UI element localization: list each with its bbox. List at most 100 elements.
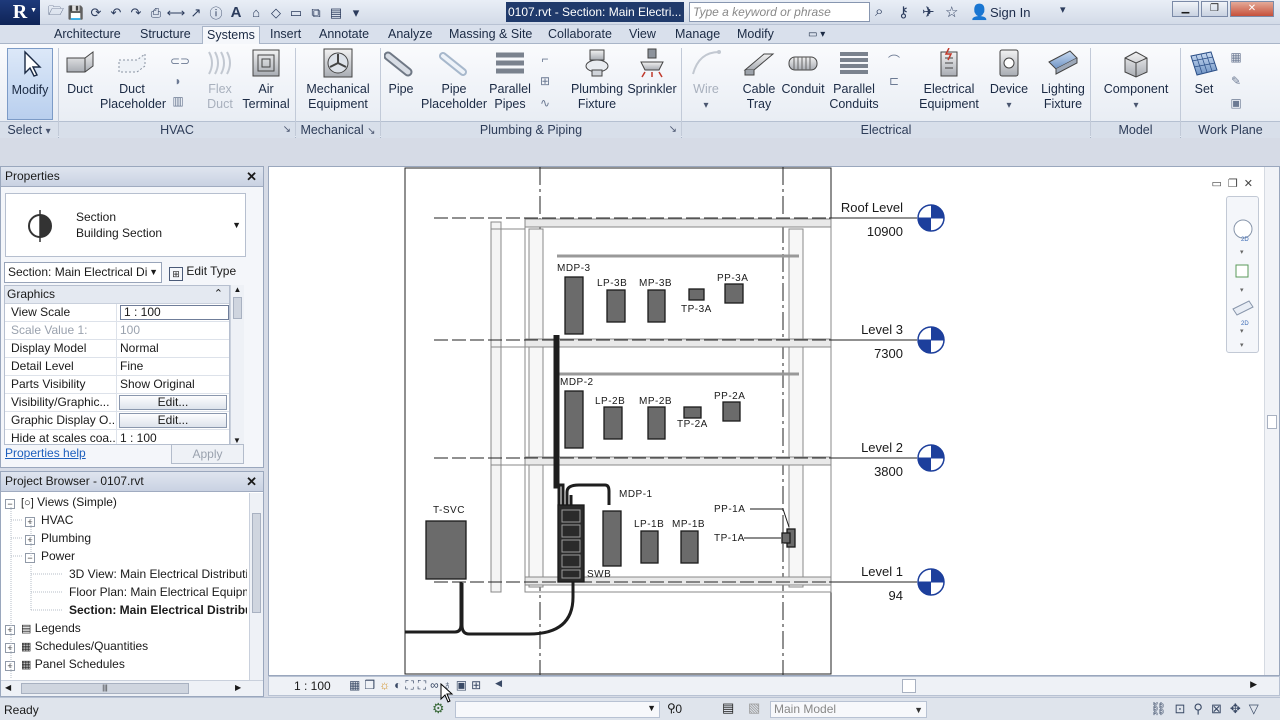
tab-architecture[interactable]: Architecture: [50, 26, 125, 44]
visual-style-icon[interactable]: ❒: [364, 678, 375, 693]
temporary-view-properties-icon[interactable]: ▣: [456, 678, 467, 693]
application-menu-button[interactable]: R ▼: [0, 0, 40, 25]
select-by-face-icon[interactable]: ⊠: [1211, 701, 1222, 717]
tag-mp2b[interactable]: MP-2B: [639, 396, 672, 407]
tab-insert[interactable]: Insert: [266, 26, 305, 44]
scroll-thumb[interactable]: [252, 513, 261, 613]
pipe-button[interactable]: Pipe: [384, 48, 418, 97]
flex-duct-button[interactable]: Flex Duct: [197, 48, 243, 112]
tag-lp2b[interactable]: LP-2B: [595, 396, 625, 407]
parallel-pipes-button[interactable]: Parallel Pipes: [489, 48, 531, 112]
steering-wheel-icon[interactable]: [1233, 219, 1253, 239]
wire-button[interactable]: Wire ▾: [688, 48, 724, 113]
minimize-view-icon[interactable]: ▭: [1212, 177, 1222, 190]
lighting-fixture-button[interactable]: Lighting Fixture: [1036, 48, 1090, 112]
tab-manage[interactable]: Manage: [671, 26, 724, 44]
design-option-dropdown[interactable]: Main Model ▼: [770, 701, 927, 718]
chevron-down-icon[interactable]: ▾: [1240, 287, 1244, 294]
close-view-icon[interactable]: ✕: [1244, 177, 1253, 190]
detail-level-icon[interactable]: ▦: [349, 678, 360, 693]
pipe-placeholder-button[interactable]: Pipe Placeholder: [421, 48, 487, 112]
pipe-fitting-icon[interactable]: ⌐: [537, 52, 553, 66]
tab-systems[interactable]: Systems: [202, 26, 260, 45]
level-elevation[interactable]: 7300: [874, 346, 903, 361]
design-options-icon[interactable]: ▧: [748, 700, 760, 716]
favorites-icon[interactable]: ☆: [945, 3, 958, 21]
tag-lp3b[interactable]: LP-3B: [597, 278, 627, 289]
plumbing-fixture-button[interactable]: Plumbing Fixture: [568, 48, 626, 112]
panel-tp1a[interactable]: [781, 532, 791, 544]
scroll-right-icon[interactable]: ▶: [1250, 679, 1257, 690]
subscription-icon[interactable]: ⚷: [898, 3, 909, 21]
undo-icon[interactable]: ↶: [106, 3, 126, 22]
duct-placeholder-button[interactable]: Duct Placeholder: [100, 48, 166, 112]
text-icon[interactable]: A: [226, 3, 246, 22]
tag-pp1a[interactable]: PP-1A: [714, 504, 745, 515]
device-button[interactable]: Device ▾: [988, 48, 1030, 113]
sync-icon[interactable]: ⟳: [86, 3, 106, 22]
drawing-vertical-scrollbar[interactable]: [1264, 167, 1279, 675]
tag-mp1b[interactable]: MP-1B: [672, 519, 705, 530]
modify-button[interactable]: Modify: [7, 48, 53, 120]
user-icon[interactable]: 👤: [970, 3, 989, 21]
communication-center-icon[interactable]: ✈: [922, 3, 935, 21]
filter-count-icon[interactable]: ▽: [1249, 701, 1259, 717]
panel-pp3a[interactable]: [724, 283, 744, 304]
panel-tp3a[interactable]: [688, 288, 705, 301]
duct-accessory-icon[interactable]: ▥: [170, 94, 186, 108]
scroll-left-icon[interactable]: ◀: [495, 678, 502, 693]
select-underlay-icon[interactable]: ⊡: [1175, 701, 1186, 717]
restore-button[interactable]: ❐: [1201, 1, 1228, 17]
parallel-conduits-button[interactable]: Parallel Conduits: [828, 48, 880, 112]
panel-mp3b[interactable]: [647, 289, 666, 323]
binoculars-icon[interactable]: ⌕: [875, 3, 883, 20]
scroll-thumb[interactable]: |||: [21, 683, 189, 694]
tag-tp2a[interactable]: TP-2A: [677, 419, 708, 430]
panel-mdp2[interactable]: [564, 390, 584, 449]
tag-tp3a[interactable]: TP-3A: [681, 304, 712, 315]
browser-horizontal-scrollbar[interactable]: ◀ ||| ▶: [1, 680, 263, 696]
level-name[interactable]: Roof Level: [841, 200, 903, 215]
set-work-plane-button[interactable]: Set: [1186, 48, 1222, 97]
scroll-thumb[interactable]: [233, 297, 242, 319]
tab-modify[interactable]: Modify: [733, 26, 778, 44]
section-icon[interactable]: ◇: [266, 3, 286, 22]
print-icon[interactable]: ⎙: [146, 3, 166, 22]
panel-lp3b[interactable]: [606, 289, 626, 323]
shadows-icon[interactable]: ◐: [394, 678, 401, 693]
tab-structure[interactable]: Structure: [136, 26, 195, 44]
tag-lp1b[interactable]: LP-1B: [634, 519, 664, 530]
level-elevation[interactable]: 94: [889, 588, 903, 603]
level-elevation[interactable]: 10900: [867, 224, 903, 239]
tag-mdp1[interactable]: MDP-1: [619, 489, 653, 500]
scroll-left-icon[interactable]: ◀: [5, 683, 11, 692]
zoom-icon[interactable]: [1235, 264, 1249, 278]
convert-to-flex-icon[interactable]: ⊂⊃: [170, 54, 190, 68]
horizontal-scroll-thumb[interactable]: [902, 679, 916, 693]
sign-in-link[interactable]: Sign In: [990, 5, 1030, 20]
restore-view-icon[interactable]: ❐: [1228, 177, 1238, 190]
save-icon[interactable]: 💾: [66, 3, 86, 22]
signin-dropdown-icon[interactable]: ▾: [1060, 3, 1066, 16]
sprinkler-button[interactable]: Sprinkler: [626, 48, 678, 97]
panel-mdp1[interactable]: [602, 510, 622, 567]
panel-tp2a[interactable]: [683, 406, 702, 419]
temporary-hide-icon[interactable]: ∞: [430, 678, 439, 693]
select-links-icon[interactable]: ⛓: [1150, 701, 1167, 717]
minimize-button[interactable]: ▁: [1172, 1, 1199, 17]
view-scale-value[interactable]: 1 : 100: [120, 305, 229, 320]
tab-view[interactable]: View: [625, 26, 660, 44]
tab-analyze[interactable]: Analyze: [384, 26, 436, 44]
level-name[interactable]: Level 2: [861, 440, 903, 455]
scroll-up-icon[interactable]: ▲: [231, 285, 244, 297]
panel-lp1b[interactable]: [640, 530, 659, 564]
duct-fitting-icon[interactable]: ◗: [170, 74, 186, 88]
tag-icon[interactable]: ⓘ: [206, 3, 226, 22]
close-icon[interactable]: ✕: [246, 167, 257, 186]
panel-mp1b[interactable]: [680, 530, 699, 564]
properties-help-link[interactable]: Properties help: [5, 446, 86, 460]
editable-only-icon[interactable]: ▤: [722, 700, 734, 716]
visibility-graphics-edit-button[interactable]: Edit...: [119, 395, 227, 410]
panel-select[interactable]: Select ▾: [0, 121, 58, 138]
browser-scrollbar[interactable]: [249, 493, 263, 680]
